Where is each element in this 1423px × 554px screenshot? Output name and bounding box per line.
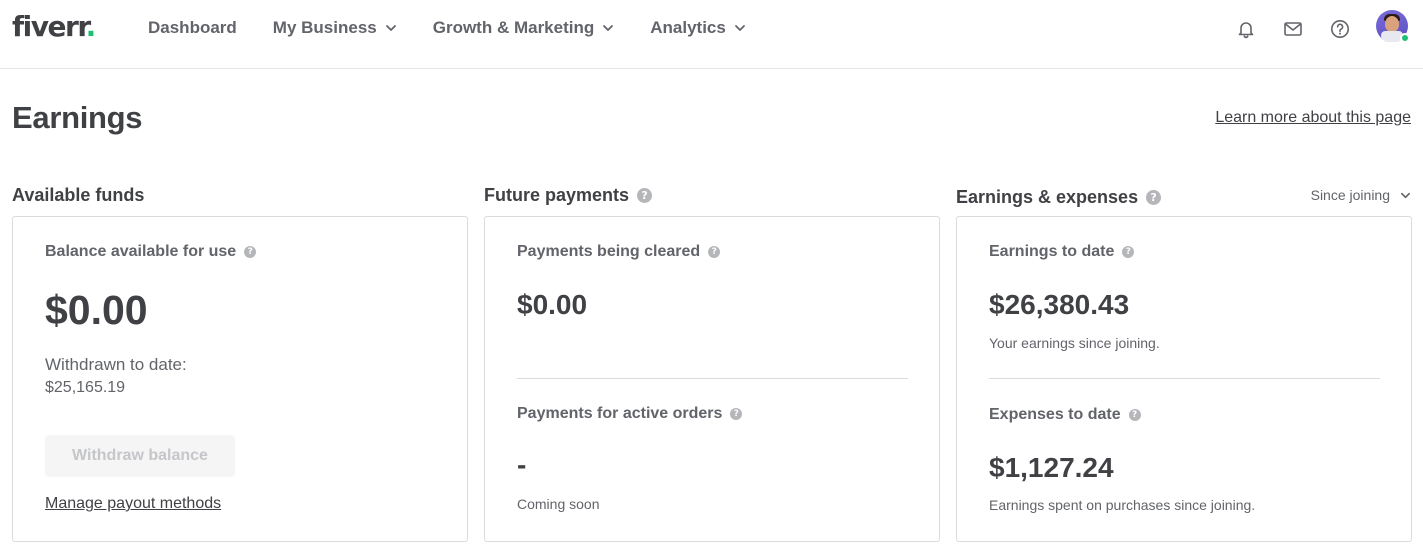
nav-item-label: My Business [272,18,377,37]
online-status-dot [1400,33,1410,43]
nav-item-dashboard[interactable]: Dashboard [148,18,237,38]
chevron-down-icon [603,25,614,31]
earnings-label: Earnings to date ? [989,243,1135,261]
available-funds-card: Balance available for use ? $0.00 Withdr… [12,216,468,542]
clearing-label: Payments being cleared ? [517,243,721,261]
balance-label: Balance available for use ? [45,243,257,261]
earnings-value: $26,380.43 [989,289,1130,320]
divider [989,378,1380,379]
top-navigation-bar: fiverr. Dashboard My Business Growth & M… [0,0,1423,69]
balance-value: $0.00 [45,287,148,333]
earnings-note: Your earnings since joining. [989,335,1160,351]
expenses-note: Earnings spent on purchases since joinin… [989,497,1256,513]
period-dropdown-label: Since joining [1310,187,1390,203]
active-orders-note: Coming soon [517,496,600,512]
page-title: Earnings [12,100,143,135]
future-payments-card: Payments being cleared ? $0.00 Payments … [484,216,940,542]
divider [517,378,908,379]
main-nav: Dashboard My Business Growth & Marketing… [148,17,782,39]
header-actions [1235,10,1423,43]
fiverr-logo[interactable]: fiverr. [12,10,97,44]
nav-item-label: Growth & Marketing [432,18,595,37]
chevron-down-icon [1401,192,1410,198]
help-icon[interactable]: ? [637,187,653,203]
section-title: Future payments ? [484,184,940,206]
bell-icon[interactable] [1235,18,1257,40]
nav-item-label: Analytics [650,18,726,37]
withdraw-balance-button[interactable]: Withdraw balance [45,435,235,477]
help-icon[interactable]: ? [1128,409,1141,421]
period-dropdown[interactable]: Since joining [1311,187,1411,203]
active-orders-value: - [517,449,527,480]
nav-item-my-business[interactable]: My Business [273,18,397,38]
help-icon[interactable]: ? [708,246,721,258]
manage-payout-methods-link[interactable]: Manage payout methods [45,495,221,513]
learn-more-link[interactable]: Learn more about this page [1215,109,1411,127]
withdrawn-value: $25,165.19 [45,379,126,396]
help-icon[interactable]: ? [730,408,743,420]
chevron-down-icon [385,25,396,31]
future-payments-section: Future payments ? Payments being cleared… [484,184,940,542]
clearing-value: $0.00 [517,289,588,320]
help-icon[interactable]: ? [1122,246,1135,258]
logo-text: fiverr [12,10,87,43]
nav-item-growth-marketing[interactable]: Growth & Marketing [433,18,615,38]
user-avatar[interactable] [1376,10,1410,43]
expenses-label: Expenses to date ? [989,406,1141,424]
chevron-down-icon [734,25,745,31]
help-icon[interactable] [1329,18,1351,40]
earnings-expenses-card: Earnings to date ? $26,380.43 Your earni… [956,216,1412,542]
nav-item-label: Dashboard [148,18,237,37]
expenses-value: $1,127.24 [989,452,1114,483]
withdrawn-label: Withdrawn to date: [45,355,187,374]
nav-item-analytics[interactable]: Analytics [650,18,746,38]
section-title: Available funds [12,184,145,205]
help-icon[interactable]: ? [1146,189,1162,205]
help-icon[interactable]: ? [244,246,257,258]
mail-icon[interactable] [1282,18,1304,40]
active-orders-label: Payments for active orders ? [517,405,743,423]
available-funds-section: Available funds Balance available for us… [12,184,468,542]
logo-dot: . [85,10,97,43]
